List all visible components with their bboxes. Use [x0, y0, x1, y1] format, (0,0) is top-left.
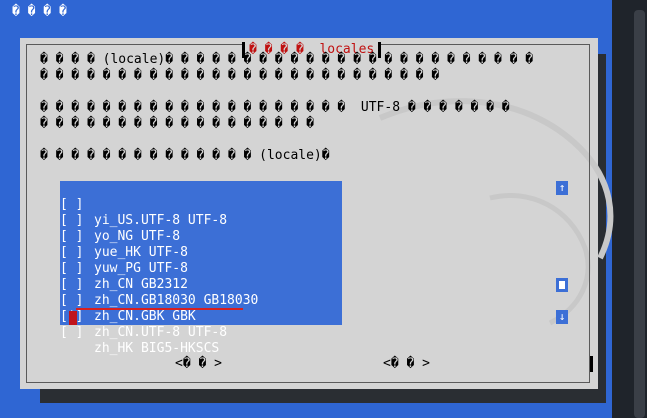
intro-text-line-5: � � � � � � � � � � � � � � (locale)�: [40, 148, 330, 163]
window-title: � � � �: [12, 4, 67, 19]
scroll-thumb[interactable]: [556, 278, 568, 292]
locale-name: zh_CN.UTF-8 UTF-8: [94, 325, 228, 340]
locale-checklist[interactable]: [ ] yi_US.UTF-8 UTF-8 [ ] yo_NG UTF-8 [ …: [60, 181, 342, 356]
locale-item[interactable]: [ ] zh_CN.GBK GBK: [60, 277, 196, 324]
locale-name: yi_US.UTF-8 UTF-8: [94, 213, 228, 228]
locale-item[interactable]: [ ] yue_HK UTF-8: [60, 213, 188, 260]
locale-name: yue_HK UTF-8: [94, 245, 188, 260]
terminal-scrollbar[interactable]: [634, 10, 645, 418]
cancel-button[interactable]: <� � >: [383, 356, 430, 372]
locale-name: yuw_PG UTF-8: [94, 261, 188, 276]
intro-text-line-2: � � � � � � � � � � � � � � � � � � � � …: [40, 68, 440, 83]
locale-item[interactable]: [ ] zh_CN.GB18030 GB18030: [60, 261, 258, 308]
list-scrollbar[interactable]: ↑ ↓: [556, 181, 568, 325]
ok-button[interactable]: <� � >: [175, 356, 222, 372]
intro-text-line-1: � � � � (locale)� � � � � � � � � � � � …: [40, 52, 534, 67]
locale-item-selected[interactable]: [*] zh_CN.UTF-8 UTF-8: [60, 293, 227, 340]
text-cursor: [69, 311, 77, 325]
locale-item[interactable]: [ ] zh_CN GB2312: [60, 245, 188, 292]
locale-item[interactable]: [ ] yi_US.UTF-8 UTF-8: [60, 181, 227, 228]
scroll-down-arrow-icon[interactable]: ↓: [556, 310, 568, 324]
locale-item[interactable]: [ ] yo_NG UTF-8: [60, 197, 180, 244]
locale-name: yo_NG UTF-8: [94, 229, 181, 244]
scroll-up-arrow-icon[interactable]: ↑: [556, 181, 568, 195]
locale-checkbox[interactable]: [ ]: [60, 325, 92, 341]
locale-item[interactable]: [ ] yuw_PG UTF-8: [60, 229, 188, 276]
locale-name: zh_HK BIG5-HKSCS: [94, 341, 220, 356]
dialog-shadow-bottom: [40, 389, 606, 403]
locale-name: zh_CN.GB18030 GB18030: [94, 293, 259, 308]
frame-edge-mark: [590, 356, 593, 372]
intro-text-line-4: � � � � � � � � � � � � � � � � � �: [40, 116, 314, 131]
intro-text-line-3: � � � � � � � � � � � � � � � � � � � � …: [40, 100, 510, 115]
selection-underline: [76, 308, 243, 310]
locale-name: zh_CN.GBK GBK: [94, 309, 196, 324]
locale-name: zh_CN GB2312: [94, 277, 188, 292]
